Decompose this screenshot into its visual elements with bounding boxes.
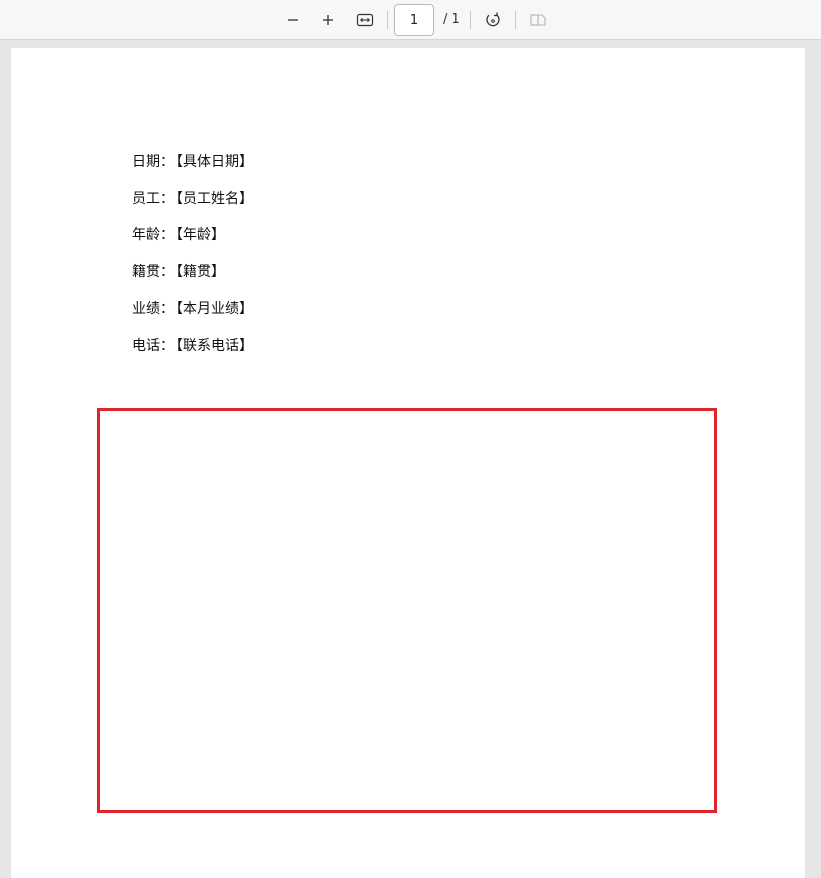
field-label: 日期： <box>132 154 174 170</box>
field-phone: 电话： 【联系电话】 <box>132 337 253 355</box>
document-page: 日期： 【具体日期】 员工： 【员工姓名】 年龄： 【年龄】 籍贯： 【籍贯】 业绩：【… <box>11 48 805 878</box>
zoom-out-button[interactable] <box>279 6 307 34</box>
field-date: 日期： 【具体日期】 <box>132 153 253 171</box>
fit-width-icon <box>356 13 374 27</box>
field-value: 【具体日期】 <box>176 154 253 170</box>
toolbar-divider <box>387 11 388 29</box>
field-value: 【员工姓名】 <box>176 191 253 207</box>
field-label: 业绩： <box>132 301 174 317</box>
field-label: 年龄： <box>132 227 174 243</box>
page-view-button[interactable] <box>524 6 552 34</box>
field-performance: 业绩： 【本月业绩】 <box>132 300 253 318</box>
page-total-label: / 1 <box>443 12 460 27</box>
toolbar-divider <box>515 11 516 29</box>
toolbar-divider <box>470 11 471 29</box>
plus-icon <box>321 13 335 27</box>
field-label: 电话： <box>132 338 174 354</box>
field-value: 【年龄】 <box>176 227 225 243</box>
field-value: 【联系电话】 <box>176 338 253 354</box>
field-hometown: 籍贯： 【籍贯】 <box>132 263 225 281</box>
page-number-input[interactable] <box>394 4 434 36</box>
page-view-icon <box>529 13 547 27</box>
field-value: 【本月业绩】 <box>176 301 253 317</box>
field-age: 年龄： 【年龄】 <box>132 226 225 244</box>
minus-icon <box>286 13 300 27</box>
rotate-icon <box>484 11 502 29</box>
field-label: 籍贯： <box>132 264 174 280</box>
pdf-toolbar: / 1 <box>0 0 821 40</box>
photo-placeholder-frame <box>97 408 717 813</box>
field-value: 【籍贯】 <box>176 264 225 280</box>
field-employee: 员工： 【员工姓名】 <box>132 190 253 208</box>
rotate-button[interactable] <box>479 6 507 34</box>
zoom-in-button[interactable] <box>314 6 342 34</box>
field-label: 员工： <box>132 191 174 207</box>
fit-width-button[interactable] <box>351 6 379 34</box>
